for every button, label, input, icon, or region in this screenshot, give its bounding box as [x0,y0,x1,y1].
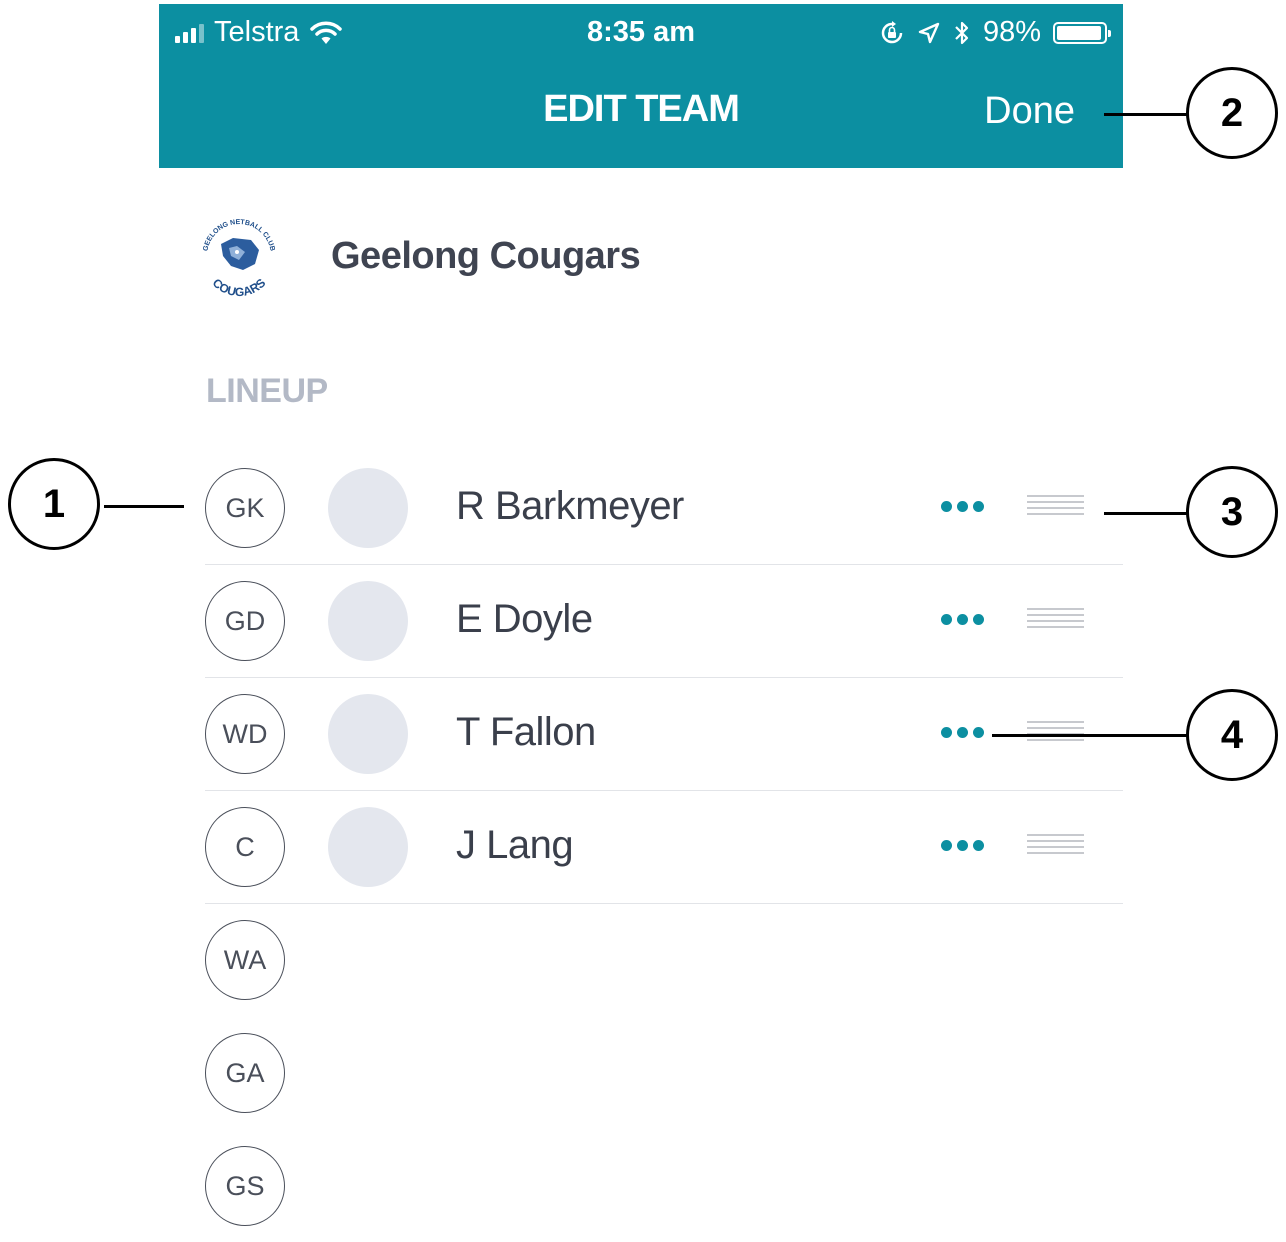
position-badge[interactable]: C [205,807,285,887]
battery-percent: 98% [982,16,1041,48]
lineup-row[interactable]: GD E Doyle [205,564,1123,678]
lineup-row[interactable]: WD T Fallon [205,677,1123,791]
player-name: T Fallon [456,710,596,754]
battery-icon [1053,21,1111,44]
position-badge[interactable]: GA [205,1033,285,1113]
drag-handle-icon[interactable] [1027,834,1084,856]
lineup-row-empty[interactable]: WA [205,903,1123,1016]
more-options-icon[interactable] [941,614,984,625]
team-header: GEELONG NETBALL CLUB COUGARS Geelong Cou… [193,210,640,302]
lineup-row[interactable]: GK R Barkmeyer [205,451,1123,565]
position-badge[interactable]: WA [205,920,285,1000]
position-badge[interactable]: GD [205,581,285,661]
avatar [328,694,408,774]
status-bar: Telstra 8:35 am 98% [159,4,1123,60]
drag-handle-icon[interactable] [1027,721,1084,743]
team-name: Geelong Cougars [331,234,641,277]
page-title: EDIT TEAM [543,88,740,130]
callout-2: 2 [1186,67,1278,159]
callout-4-line [992,734,1188,737]
lineup-row-empty[interactable]: GA [205,1016,1123,1129]
position-badge[interactable]: WD [205,694,285,774]
svg-text:COUGARS: COUGARS [210,276,269,299]
player-name: R Barkmeyer [456,484,684,528]
phone-screen: Telstra 8:35 am 98% EDIT TEAM Done GEELO… [159,0,1123,1229]
position-badge[interactable]: GK [205,468,285,548]
callout-1: 1 [8,458,100,550]
more-options-icon[interactable] [941,727,984,738]
avatar [328,468,408,548]
callout-4: 4 [1186,689,1278,781]
player-name: J Lang [456,823,574,867]
lineup-row[interactable]: C J Lang [205,790,1123,904]
callout-1-line [104,505,184,508]
callout-3-line [1104,512,1188,515]
location-icon [918,22,940,43]
more-options-icon[interactable] [941,840,984,851]
team-logo: GEELONG NETBALL CLUB COUGARS [202,219,275,299]
bluetooth-icon [955,21,969,44]
position-badge[interactable]: GS [205,1146,285,1226]
status-right: 98% [879,16,1111,49]
avatar [328,807,408,887]
more-options-icon[interactable] [941,501,984,512]
callout-2-line [1104,113,1188,116]
drag-handle-icon[interactable] [1027,608,1084,630]
drag-handle-icon[interactable] [1027,495,1084,517]
avatar [328,581,408,661]
rotation-lock-icon [881,20,903,43]
callout-3: 3 [1186,466,1278,558]
done-button[interactable]: Done [984,90,1075,133]
lineup-heading: LINEUP [206,372,328,410]
nav-bar: Telstra 8:35 am 98% EDIT TEAM Done [159,4,1123,168]
lineup-row-empty[interactable]: GS [205,1129,1123,1242]
player-name: E Doyle [456,597,593,641]
